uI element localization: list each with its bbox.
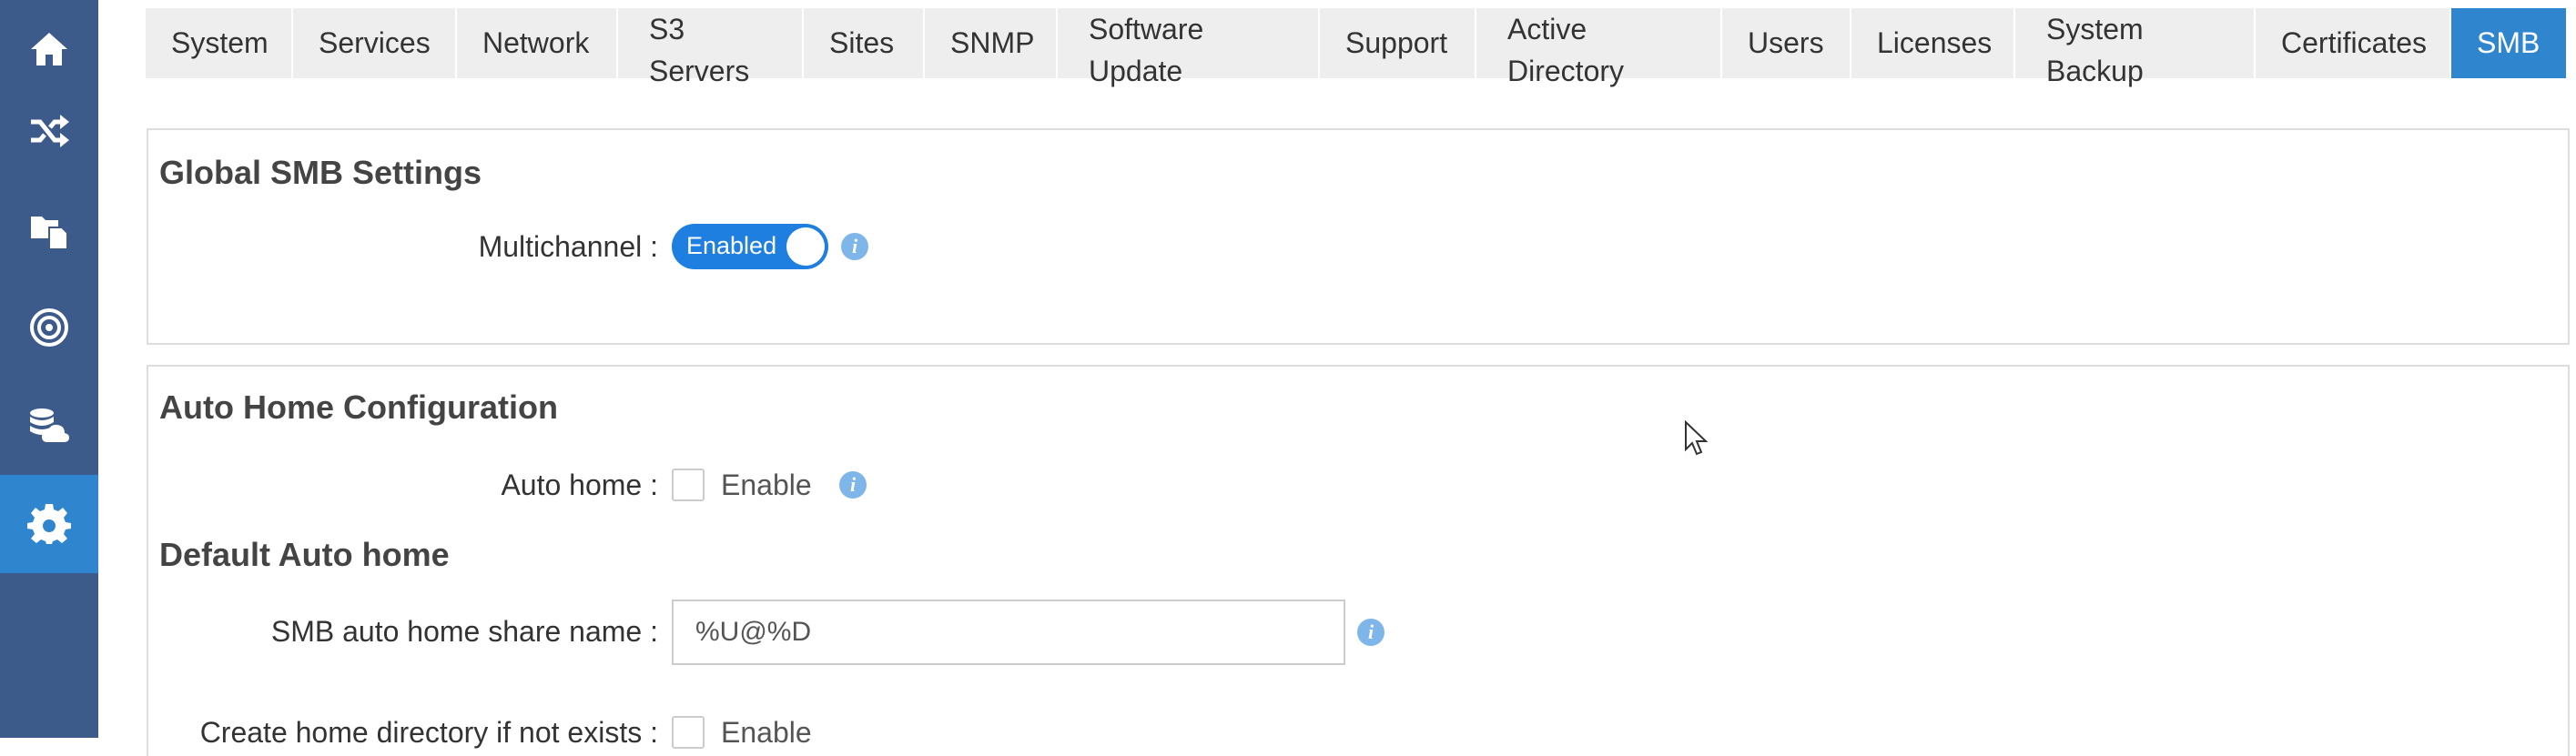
auto-home-checkbox[interactable]: [672, 469, 705, 501]
auto-home-checkbox-label: Enable: [721, 469, 812, 501]
home-icon: [31, 33, 67, 66]
info-icon[interactable]: i: [1357, 619, 1384, 646]
tab-services[interactable]: Services: [293, 8, 457, 78]
tab-system-backup[interactable]: System Backup: [2015, 8, 2256, 87]
default-auto-home-title: Default Auto home: [159, 536, 450, 573]
target-icon: [30, 308, 68, 347]
shuffle-icon: [31, 115, 69, 147]
tab-users[interactable]: Users: [1722, 8, 1851, 78]
tab-bar: System Services Network S3 Servers Sites…: [146, 8, 2566, 87]
create-dir-label: Create home directory if not exists :: [199, 716, 658, 749]
share-name-input[interactable]: [672, 600, 1345, 665]
mouse-cursor-icon: [1685, 420, 1709, 456]
nav-shuffle[interactable]: [0, 82, 98, 180]
tab-sites[interactable]: Sites: [804, 8, 925, 78]
create-dir-checkbox[interactable]: [672, 716, 705, 749]
global-smb-panel: Global SMB Settings Multichannel : Enabl…: [147, 128, 2570, 345]
info-icon[interactable]: i: [841, 233, 868, 260]
tab-licenses[interactable]: Licenses: [1851, 8, 2015, 78]
nav-target[interactable]: [0, 278, 98, 377]
multichannel-toggle-text: Enabled: [686, 232, 777, 259]
tab-smb[interactable]: SMB: [2451, 8, 2566, 78]
nav-files[interactable]: [0, 180, 98, 278]
gear-icon: [27, 504, 71, 544]
multichannel-toggle[interactable]: Enabled: [672, 224, 828, 269]
tab-software-update[interactable]: Software Update: [1058, 8, 1320, 87]
nav-settings[interactable]: [0, 475, 98, 573]
files-icon: [31, 217, 68, 250]
auto-home-panel: Auto Home Configuration Auto home : Enab…: [147, 365, 2570, 756]
sidebar: [0, 0, 98, 738]
tab-support[interactable]: Support: [1320, 8, 1476, 78]
tab-active-directory[interactable]: Active Directory: [1476, 8, 1722, 87]
tab-s3-servers[interactable]: S3 Servers: [618, 8, 804, 87]
tab-snmp[interactable]: SNMP: [925, 8, 1058, 78]
create-dir-checkbox-label: Enable: [721, 716, 812, 749]
nav-storage[interactable]: [0, 377, 98, 475]
auto-home-label: Auto home :: [501, 469, 658, 501]
auto-home-title: Auto Home Configuration: [159, 388, 558, 426]
toggle-knob: [786, 227, 825, 266]
tab-certificates[interactable]: Certificates: [2256, 8, 2451, 78]
multichannel-label: Multichannel :: [478, 230, 658, 263]
tab-system[interactable]: System: [146, 8, 293, 78]
global-smb-title: Global SMB Settings: [159, 154, 482, 191]
tab-network[interactable]: Network: [457, 8, 618, 78]
info-icon[interactable]: i: [839, 471, 867, 499]
database-cloud-icon: [30, 408, 69, 442]
share-name-label: SMB auto home share name :: [270, 615, 658, 648]
